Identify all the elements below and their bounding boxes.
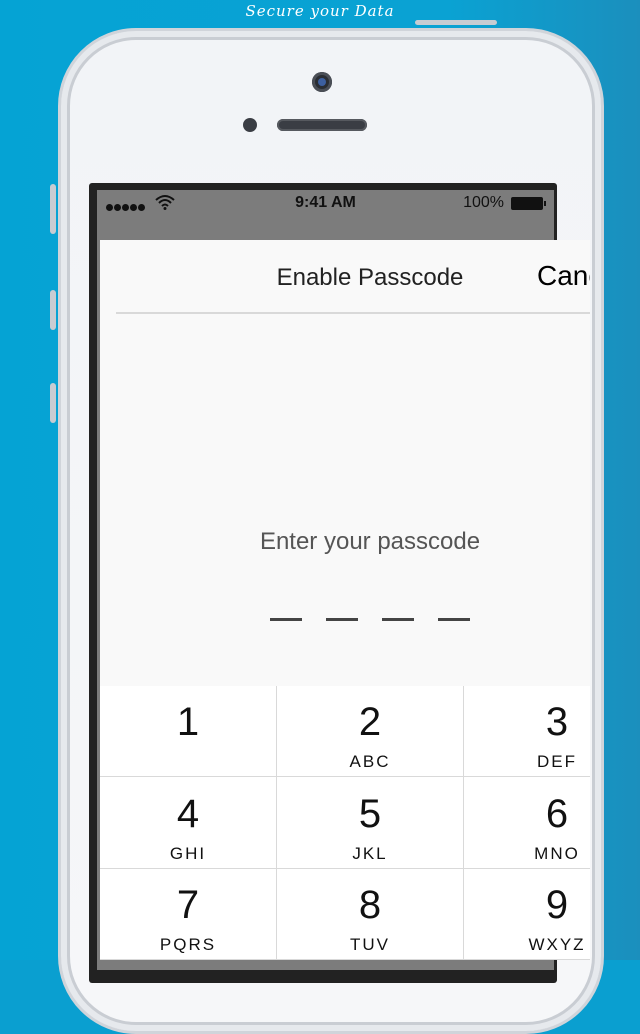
proximity-sensor xyxy=(243,118,257,132)
battery-icon xyxy=(511,197,546,210)
passcode-digit-placeholder xyxy=(382,618,414,621)
key-digit: 5 xyxy=(358,792,382,836)
key-8[interactable]: 8 TUV xyxy=(277,869,463,960)
key-letters: MNO xyxy=(534,844,580,863)
key-4[interactable]: 4 GHI xyxy=(100,778,276,869)
key-digit: 4 xyxy=(176,792,200,836)
passcode-digit-placeholder xyxy=(438,618,470,621)
key-digit: 6 xyxy=(545,792,569,836)
key-digit: 2 xyxy=(358,700,382,744)
key-1[interactable]: 1 xyxy=(100,686,276,777)
key-digit: 8 xyxy=(358,883,382,927)
page-title: Enable Passcode xyxy=(276,264,464,291)
nav-divider xyxy=(116,312,590,314)
cancel-button[interactable]: Canc xyxy=(537,260,590,292)
status-bar: 9:41 AM 100% xyxy=(97,190,554,216)
power-button xyxy=(415,20,497,25)
key-letters: PQRS xyxy=(159,935,217,954)
key-digit: 1 xyxy=(176,700,200,744)
key-7[interactable]: 7 PQRS xyxy=(100,869,276,960)
keypad-divider xyxy=(276,686,277,960)
passcode-digit-placeholder xyxy=(326,618,358,621)
key-digit: 3 xyxy=(545,700,569,744)
key-letters: WXYZ xyxy=(528,935,586,954)
key-letters: GHI xyxy=(169,844,207,863)
volume-down-button xyxy=(50,383,56,423)
enable-passcode-sheet: Enable Passcode Canc Enter your passcode… xyxy=(100,240,590,960)
passcode-digit-placeholder xyxy=(270,618,302,621)
passcode-entry-field xyxy=(270,606,494,625)
key-digit: 7 xyxy=(176,883,200,927)
volume-up-button xyxy=(50,290,56,330)
front-camera-icon xyxy=(312,72,332,92)
battery-percentage: 100% xyxy=(463,194,504,211)
keypad-divider xyxy=(463,686,464,960)
key-2[interactable]: 2 ABC xyxy=(277,686,463,777)
key-letters: ABC xyxy=(349,752,391,771)
passcode-prompt: Enter your passcode xyxy=(259,528,481,555)
key-digit: 9 xyxy=(545,883,569,927)
key-5[interactable]: 5 JKL xyxy=(277,778,463,869)
key-letters: JKL xyxy=(352,844,388,863)
key-6[interactable]: 6 MNO xyxy=(464,778,590,869)
earpiece-speaker xyxy=(277,119,367,131)
promo-title: Secure your Data xyxy=(245,2,395,20)
numeric-keypad: 1 2 ABC 3 DEF 4 GHI 5 JKL 6 MNO 7 PQRS 8 xyxy=(100,686,590,960)
key-letters: TUV xyxy=(350,935,390,954)
key-letters: DEF xyxy=(537,752,577,771)
mute-switch xyxy=(50,184,56,234)
key-3[interactable]: 3 DEF xyxy=(464,686,590,777)
key-9[interactable]: 9 WXYZ xyxy=(464,869,590,960)
